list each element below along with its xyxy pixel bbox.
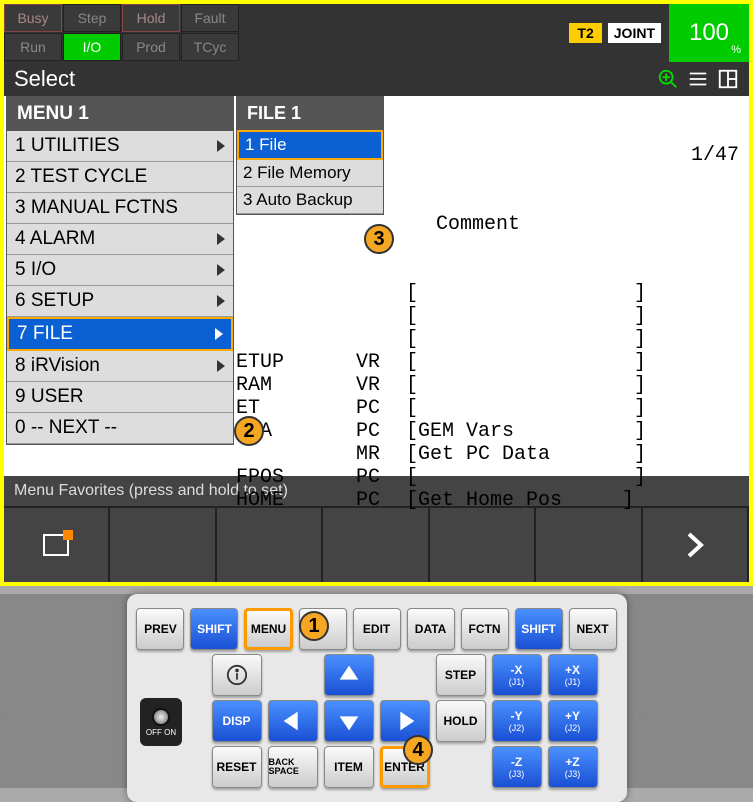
- submenu-arrow-icon: [217, 295, 225, 307]
- jog-minus-y-key[interactable]: -Y(J2): [492, 700, 542, 742]
- menu-key[interactable]: MENU: [244, 608, 292, 650]
- step-key[interactable]: STEP: [436, 654, 486, 696]
- submenu-arrow-icon: [217, 360, 225, 372]
- menu-icon[interactable]: [687, 68, 709, 90]
- menu1-item[interactable]: 7 FILE: [7, 317, 233, 351]
- status-bar: Busy Step Hold Fault Run I/O Prod TCyc T…: [4, 4, 749, 62]
- down-arrow-key[interactable]: [324, 700, 374, 742]
- status-step: Step: [63, 4, 121, 32]
- menu-file-1: FILE 1 1 File2 File Memory3 Auto Backup: [236, 96, 384, 215]
- reset-key[interactable]: RESET: [212, 746, 262, 788]
- submenu-arrow-icon: [217, 233, 225, 245]
- status-fault: Fault: [181, 4, 239, 32]
- off-on-switch[interactable]: OFF ON: [140, 698, 182, 746]
- menu2-item[interactable]: 1 File: [237, 130, 383, 160]
- zoom-icon[interactable]: [657, 68, 679, 90]
- menu1-item[interactable]: 8 iRVision: [7, 351, 233, 382]
- submenu-arrow-icon: [217, 264, 225, 276]
- softkey-f1[interactable]: [4, 508, 110, 582]
- program-row[interactable]: ETUPVR[ ]: [236, 351, 739, 374]
- submenu-arrow-icon: [217, 140, 225, 152]
- jog-plus-x-key[interactable]: +X(J1): [548, 654, 598, 696]
- program-row[interactable]: HOMEPC[Get Home Pos ]: [236, 489, 739, 512]
- program-row[interactable]: FPOSPC[ ]: [236, 466, 739, 489]
- left-arrow-key[interactable]: [268, 700, 318, 742]
- next-key[interactable]: NEXT: [569, 608, 617, 650]
- menu1-item[interactable]: 6 SETUP: [7, 286, 233, 317]
- submenu-arrow-icon: [215, 328, 223, 340]
- status-prod: Prod: [122, 33, 180, 61]
- data-key[interactable]: DATA: [407, 608, 455, 650]
- menu-1: MENU 1 1 UTILITIES2 TEST CYCLE3 MANUAL F…: [6, 96, 234, 445]
- menu1-item[interactable]: 3 MANUAL FCTNS: [7, 193, 233, 224]
- menu1-item[interactable]: 0 -- NEXT --: [7, 413, 233, 444]
- status-io: I/O: [63, 33, 121, 61]
- program-row[interactable]: ATAPC[GEM Vars ]: [236, 420, 739, 443]
- menu1-item[interactable]: 9 USER: [7, 382, 233, 413]
- menu-1-header: MENU 1: [7, 97, 233, 131]
- menu-2-header: FILE 1: [237, 97, 383, 130]
- teach-pendant-keys: PREVSHIFTMENUTEDITDATAFCTNSHIFTNEXT STEP…: [127, 594, 627, 802]
- program-row[interactable]: [ ]: [236, 328, 739, 351]
- status-hold: Hold: [122, 4, 180, 32]
- shift-key[interactable]: SHIFT: [515, 608, 563, 650]
- window-icon: [43, 534, 69, 556]
- status-run: Run: [4, 33, 62, 61]
- program-row[interactable]: MR[Get PC Data ]: [236, 443, 739, 466]
- hold-key[interactable]: HOLD: [436, 700, 486, 742]
- step-marker-2: 2: [234, 416, 264, 446]
- mode-badge: T2: [569, 23, 601, 43]
- menu1-item[interactable]: 5 I/O: [7, 255, 233, 286]
- shift-key[interactable]: SHIFT: [190, 608, 238, 650]
- program-row[interactable]: ETPC[ ]: [236, 397, 739, 420]
- menu1-item[interactable]: 2 TEST CYCLE: [7, 162, 233, 193]
- fctn-key[interactable]: FCTN: [461, 608, 509, 650]
- menu1-item[interactable]: 1 UTILITIES: [7, 131, 233, 162]
- jog-plus-y-key[interactable]: +Y(J2): [548, 700, 598, 742]
- menu1-item[interactable]: 4 ALARM: [7, 224, 233, 255]
- program-row[interactable]: [ ]: [236, 305, 739, 328]
- prev-key[interactable]: PREV: [136, 608, 184, 650]
- item-key[interactable]: ITEM: [324, 746, 374, 788]
- edit-key[interactable]: EDIT: [353, 608, 401, 650]
- up-arrow-key[interactable]: [324, 654, 374, 696]
- step-marker-4: 4: [403, 735, 433, 765]
- jog-plus-z-key[interactable]: +Z(J3): [548, 746, 598, 788]
- backspace-key[interactable]: BACK SPACE: [268, 746, 318, 788]
- softkey-f2[interactable]: [110, 508, 216, 582]
- step-marker-3: 3: [364, 224, 394, 254]
- menu2-item[interactable]: 2 File Memory: [237, 160, 383, 187]
- info-key[interactable]: [212, 654, 262, 696]
- page-title: Select: [14, 66, 75, 92]
- coord-badge: JOINT: [608, 23, 661, 43]
- program-row[interactable]: RAMVR[ ]: [236, 374, 739, 397]
- status-busy: Busy: [4, 4, 62, 32]
- layout-icon[interactable]: [717, 68, 739, 90]
- program-row[interactable]: [ ]: [236, 282, 739, 305]
- disp-key[interactable]: DISP: [212, 700, 262, 742]
- speed-indicator[interactable]: 100: [669, 4, 749, 62]
- status-tcyc: TCyc: [181, 33, 239, 61]
- menu2-item[interactable]: 3 Auto Backup: [237, 187, 383, 214]
- step-marker-1: 1: [299, 611, 329, 641]
- jog-minus-x-key[interactable]: -X(J1): [492, 654, 542, 696]
- jog-minus-z-key[interactable]: -Z(J3): [492, 746, 542, 788]
